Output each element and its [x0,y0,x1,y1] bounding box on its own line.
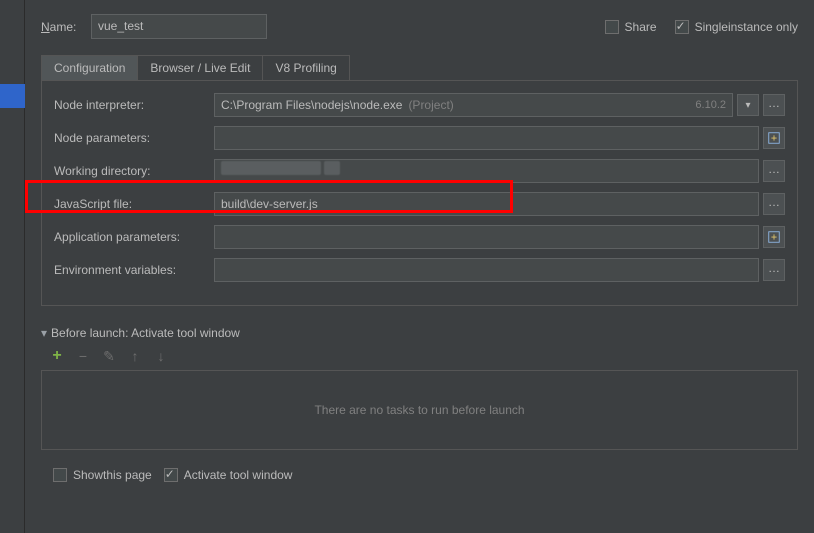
node-parameters-label: Node parameters: [54,131,214,145]
application-parameters-label: Application parameters: [54,230,214,244]
left-gutter [0,0,25,533]
move-down-button[interactable]: ↓ [151,346,171,366]
node-interpreter-dropdown[interactable] [737,94,759,116]
share-checkbox[interactable]: Share [605,20,657,34]
javascript-file-browse[interactable] [763,193,785,215]
before-launch-toolbar: + − ✎ ↑ ↓ [47,346,798,366]
before-launch-disclosure[interactable]: ▾ [41,326,47,340]
remove-task-button[interactable]: − [73,346,93,366]
show-this-page-checkbox[interactable]: Show this page [53,468,152,482]
checkbox-icon [53,468,67,482]
tabs: Configuration Browser / Live Edit V8 Pro… [41,55,798,81]
checkbox-icon [675,20,689,34]
environment-variables-browse[interactable] [763,259,785,281]
add-task-button[interactable]: + [47,346,67,366]
node-parameters-input[interactable] [214,126,759,150]
expand-icon [767,131,781,145]
javascript-file-input[interactable]: build\dev-server.js [214,192,759,216]
tab-browser-live-edit[interactable]: Browser / Live Edit [137,55,263,81]
project-hint: (Project) [408,98,453,112]
javascript-file-label: JavaScript file: [54,197,214,211]
before-launch-title: Before launch: Activate tool window [51,326,240,340]
application-parameters-input[interactable] [214,225,759,249]
activate-tool-window-checkbox[interactable]: Activate tool window [164,468,293,482]
checkbox-icon [605,20,619,34]
environment-variables-label: Environment variables: [54,263,214,277]
node-interpreter-browse[interactable] [763,94,785,116]
environment-variables-input[interactable] [214,258,759,282]
checkbox-icon [164,468,178,482]
application-parameters-expand[interactable] [763,226,785,248]
edit-task-button[interactable]: ✎ [99,346,119,366]
move-up-button[interactable]: ↑ [125,346,145,366]
name-input[interactable]: vue_test [91,14,267,39]
working-directory-browse[interactable] [763,160,785,182]
working-directory-label: Working directory: [54,164,214,178]
tab-configuration[interactable]: Configuration [41,55,138,81]
working-directory-input[interactable] [214,159,759,183]
node-interpreter-label: Node interpreter: [54,98,214,112]
selection-marker [0,84,25,108]
node-interpreter-combo[interactable]: C:\Program Files\nodejs\node.exe (Projec… [214,93,733,117]
expand-icon [767,230,781,244]
tab-v8-profiling[interactable]: V8 Profiling [262,55,349,81]
configuration-panel: Node interpreter: C:\Program Files\nodej… [41,80,798,306]
node-version: 6.10.2 [695,99,726,111]
single-instance-checkbox[interactable]: Single instance only [675,20,798,34]
name-label: Name: [41,20,91,34]
before-launch-empty: There are no tasks to run before launch [41,370,798,450]
node-parameters-expand[interactable] [763,127,785,149]
